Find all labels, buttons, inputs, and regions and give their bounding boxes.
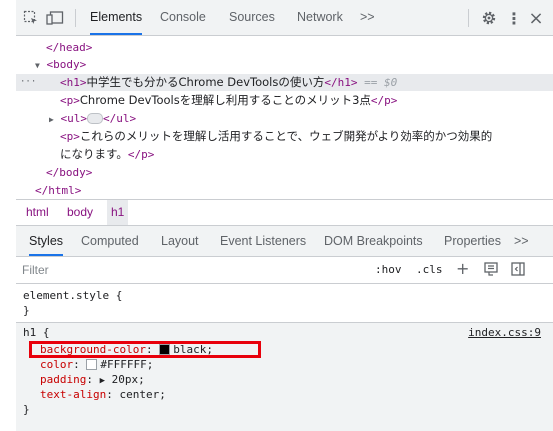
expand-arrow-icon[interactable]: ▼ xyxy=(35,61,40,70)
tab-event-listeners[interactable]: Event Listeners xyxy=(220,226,306,256)
brace: } xyxy=(23,304,30,317)
close-icon[interactable]: × xyxy=(527,8,545,29)
device-toolbar-icon[interactable] xyxy=(46,9,64,27)
brace: } xyxy=(23,403,30,416)
property-name: padding xyxy=(40,373,87,386)
hover-state-toggle[interactable]: :hov xyxy=(375,261,402,279)
property-name: text-align xyxy=(40,388,107,401)
tag-text: </body> xyxy=(46,166,93,179)
class-toggle[interactable]: .cls xyxy=(416,261,443,279)
property-value[interactable]: #FFFFFF xyxy=(100,358,146,371)
toggle-sidebar-icon[interactable] xyxy=(511,262,525,280)
element-style-selector: element.style { xyxy=(23,289,123,302)
p-text: これらのメリットを理解し活用することで、ウェブ開発がより効率的かつ効果的 xyxy=(79,129,493,143)
tag-text: </h1> xyxy=(324,76,358,89)
dom-node-body-close[interactable]: </body> xyxy=(46,164,92,181)
dom-node-body[interactable]: ▼ <body> xyxy=(35,56,86,73)
settings-gear-icon[interactable] xyxy=(480,9,498,27)
css-property-text-align[interactable]: text-align: center; xyxy=(40,386,166,403)
tab-layout[interactable]: Layout xyxy=(161,226,199,256)
breadcrumb: html body h1 xyxy=(16,199,553,226)
h1-text: 中学生でも分かるChrome DevToolsの使い方 xyxy=(86,75,325,89)
highlight-annotation-box xyxy=(29,341,261,358)
dom-node-p-continued: になります。</p> xyxy=(60,146,154,163)
styles-filter-input[interactable] xyxy=(22,261,322,279)
toolbar-divider xyxy=(75,9,76,27)
rule-selector[interactable]: element.style { xyxy=(23,287,122,304)
collapsed-children-icon[interactable] xyxy=(86,112,103,124)
rule-selector[interactable]: h1 { xyxy=(23,324,50,341)
tab-properties[interactable]: Properties xyxy=(444,226,501,256)
property-name: color xyxy=(40,358,74,371)
breadcrumb-h1[interactable]: h1 xyxy=(107,200,129,225)
new-style-rule-icon[interactable]: + xyxy=(456,260,469,278)
dom-node-p[interactable]: <p>Chrome DevToolsを理解し利用することのメリット3点</p> xyxy=(60,92,397,109)
dom-node-head-close[interactable]: </head> xyxy=(46,39,92,56)
main-toolbar: Elements Console Sources Network >> ⋮ × xyxy=(16,0,553,36)
tag-text: <ul> xyxy=(60,112,87,125)
more-sidebar-tabs-button[interactable]: >> xyxy=(514,226,529,256)
tab-computed[interactable]: Computed xyxy=(81,226,139,256)
tag-text: </head> xyxy=(46,41,93,54)
dom-node-h1[interactable]: <h1>中学生でも分かるChrome DevToolsの使い方</h1> == … xyxy=(60,74,397,91)
node-actions-ellipsis[interactable]: ··· xyxy=(20,74,36,91)
rule-close-brace: } xyxy=(23,302,30,319)
dom-tree: </head> ▼ <body> ··· <h1>中学生でも分かるChrome … xyxy=(16,36,553,198)
p-text: Chrome DevToolsを理解し利用することのメリット3点 xyxy=(79,93,371,107)
selected-node-marker: == $0 xyxy=(357,76,398,89)
devtools-panel: Elements Console Sources Network >> ⋮ × … xyxy=(16,0,553,431)
tag-text: </p> xyxy=(127,148,155,161)
tag-text: </ul> xyxy=(102,112,137,125)
computed-styles-toggle-icon[interactable] xyxy=(484,262,498,280)
tag-text: </html> xyxy=(35,184,82,197)
inspect-element-icon[interactable] xyxy=(22,9,40,27)
stylesheet-source-link[interactable]: index.css:9 xyxy=(468,326,541,339)
tag-text: <body> xyxy=(46,58,87,71)
tab-sources[interactable]: Sources xyxy=(229,0,275,35)
dom-node-html-close[interactable]: </html> xyxy=(35,182,81,199)
property-value[interactable]: 20px xyxy=(112,373,139,386)
property-value[interactable]: center xyxy=(119,388,159,401)
kebab-menu-icon[interactable]: ⋮ xyxy=(505,9,523,28)
h1-style-rule: h1 { index.css:9 background-color: black… xyxy=(16,323,553,431)
tab-styles[interactable]: Styles xyxy=(29,226,64,256)
dom-node-p[interactable]: <p>これらのメリットを理解し活用することで、ウェブ開発がより効率的かつ効果的 xyxy=(60,128,492,145)
toolbar-divider xyxy=(468,9,469,27)
rule-close-brace: } xyxy=(23,401,30,418)
sidebar-tabs: Styles Computed Layout Event Listeners D… xyxy=(16,226,553,257)
dom-node-ul[interactable]: ▶ <ul> </ul> xyxy=(49,110,136,127)
breadcrumb-body[interactable]: body xyxy=(67,200,93,225)
breadcrumb-html[interactable]: html xyxy=(26,200,49,225)
tag-text: <h1> xyxy=(60,76,87,89)
tag-text: <p> xyxy=(60,130,80,143)
tag-text: </p> xyxy=(370,94,398,107)
tab-dom-breakpoints[interactable]: DOM Breakpoints xyxy=(324,226,423,256)
tab-network[interactable]: Network xyxy=(297,0,343,35)
expand-arrow-icon[interactable]: ▶ xyxy=(49,115,54,124)
element-style-rule: element.style { } xyxy=(16,284,553,323)
more-tabs-button[interactable]: >> xyxy=(360,0,375,35)
h1-selector: h1 { xyxy=(23,326,50,339)
color-swatch-icon[interactable] xyxy=(86,358,98,370)
tab-console[interactable]: Console xyxy=(160,0,206,35)
tab-elements[interactable]: Elements xyxy=(90,0,143,35)
p-text: になります。 xyxy=(60,147,128,161)
tag-text: <p> xyxy=(60,94,80,107)
styles-filter-bar: :hov .cls + xyxy=(16,257,553,284)
